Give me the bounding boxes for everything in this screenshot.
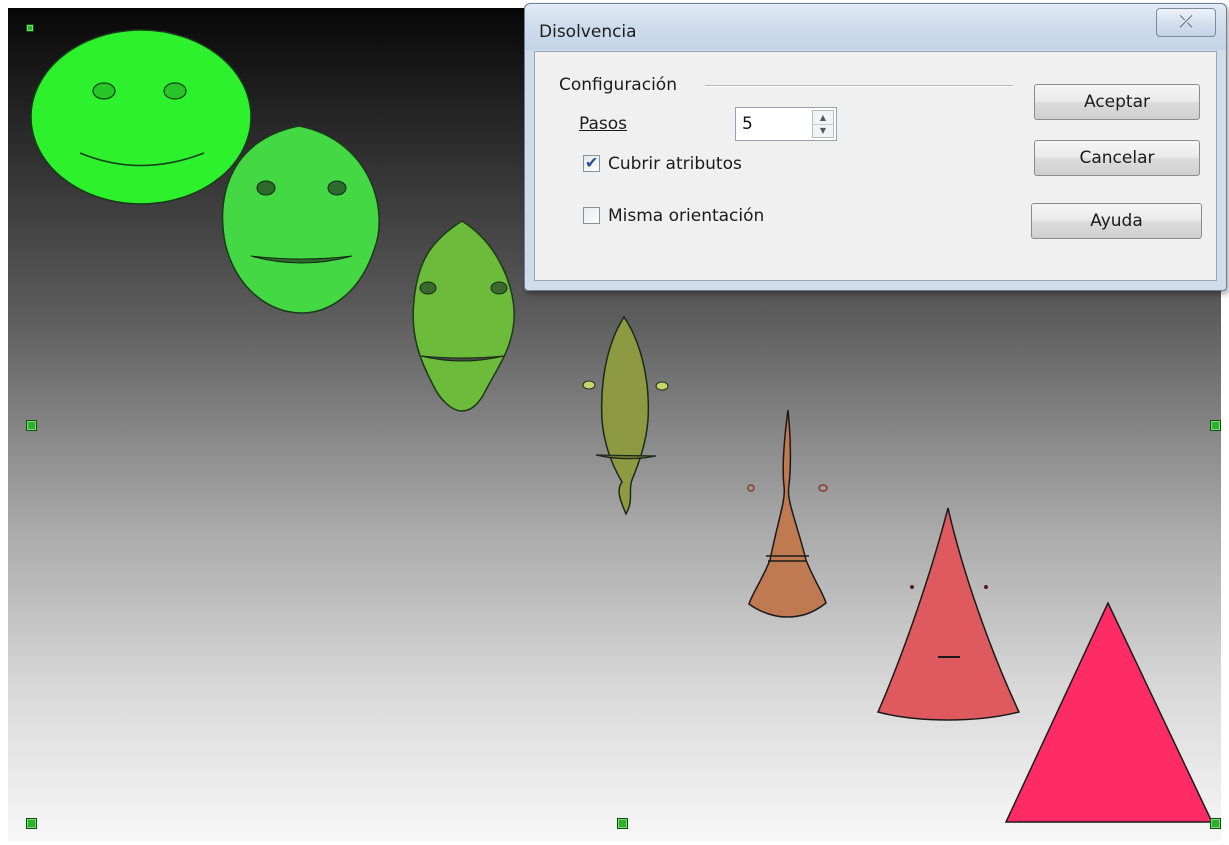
- steps-spinner: ▲ ▼: [812, 110, 834, 138]
- settings-group-title: Configuración: [559, 75, 683, 95]
- intermediate-face-4-left-eye: [747, 484, 755, 492]
- same-orientation-checkbox[interactable]: [583, 207, 600, 224]
- ellipse-face-right-eye: [163, 82, 187, 100]
- help-button[interactable]: Ayuda: [1031, 203, 1202, 239]
- intermediate-face-4[interactable]: [747, 409, 828, 618]
- selection-handle-bottom-right[interactable]: [1210, 818, 1221, 829]
- steps-value: 5: [742, 114, 753, 134]
- intermediate-face-5[interactable]: [876, 507, 1021, 721]
- steps-label: Pasos: [579, 114, 628, 134]
- intermediate-face-2[interactable]: [412, 220, 515, 412]
- cover-attributes-checkbox[interactable]: ✔: [583, 153, 600, 172]
- intermediate-face-1-body: [221, 125, 380, 314]
- same-orientation-label[interactable]: Misma orientación: [608, 206, 764, 226]
- selection-handle-middle-left[interactable]: [26, 420, 37, 431]
- intermediate-face-4-right-eye: [818, 484, 828, 492]
- close-button[interactable]: ⤫: [1156, 8, 1216, 37]
- dialog-title-bar[interactable]: Disolvencia ⤫: [525, 4, 1226, 50]
- checkmark-icon: ✔: [585, 153, 599, 172]
- intermediate-face-5-right-eye: [984, 585, 988, 589]
- intermediate-face-4-body: [748, 409, 827, 618]
- ok-button[interactable]: Aceptar: [1034, 84, 1200, 120]
- morphing-dialog: Disolvencia ⤫ Configuración Pasos 5 ▲ ▼ …: [524, 3, 1227, 291]
- spin-down-button[interactable]: ▼: [813, 124, 833, 137]
- intermediate-face-3-right-eye: [655, 381, 669, 391]
- intermediate-face-3-body: [600, 315, 650, 516]
- intermediate-face-3[interactable]: [582, 315, 669, 516]
- intermediate-face-3-mouth: [595, 454, 657, 460]
- intermediate-face-2-body: [412, 220, 515, 412]
- settings-group-divider: [705, 85, 1013, 87]
- ellipse-face[interactable]: [30, 29, 252, 205]
- ellipse-face-left-eye: [92, 82, 116, 100]
- intermediate-face-1-right-eye: [327, 180, 347, 196]
- dialog-content: Configuración Pasos 5 ▲ ▼ ✔ Cubrir atrib…: [534, 51, 1217, 281]
- dialog-title: Disolvencia: [539, 22, 637, 42]
- intermediate-face-1[interactable]: [221, 125, 380, 314]
- ellipse-face-body: [30, 29, 252, 205]
- intermediate-face-3-left-eye: [582, 380, 596, 390]
- selection-handle-middle-right[interactable]: [1210, 420, 1221, 431]
- spin-down-icon: ▼: [819, 126, 827, 135]
- close-icon: ⤫: [1179, 12, 1193, 32]
- selection-handle-bottom-left[interactable]: [26, 818, 37, 829]
- spin-up-icon: ▲: [819, 113, 827, 122]
- intermediate-face-2-right-eye: [490, 281, 508, 295]
- intermediate-face-5-left-eye: [910, 585, 914, 589]
- triangle[interactable]: [1004, 601, 1214, 823]
- cover-attributes-label[interactable]: Cubrir atributos: [608, 154, 742, 174]
- intermediate-face-1-left-eye: [256, 180, 276, 196]
- cancel-button[interactable]: Cancelar: [1034, 140, 1200, 176]
- steps-field[interactable]: 5 ▲ ▼: [735, 107, 837, 141]
- intermediate-face-2-left-eye: [419, 281, 437, 295]
- selection-handle-bottom-center[interactable]: [617, 818, 628, 829]
- selection-handle-top-left[interactable]: [26, 24, 34, 32]
- intermediate-face-5-body: [876, 507, 1021, 721]
- spin-up-button[interactable]: ▲: [813, 111, 833, 125]
